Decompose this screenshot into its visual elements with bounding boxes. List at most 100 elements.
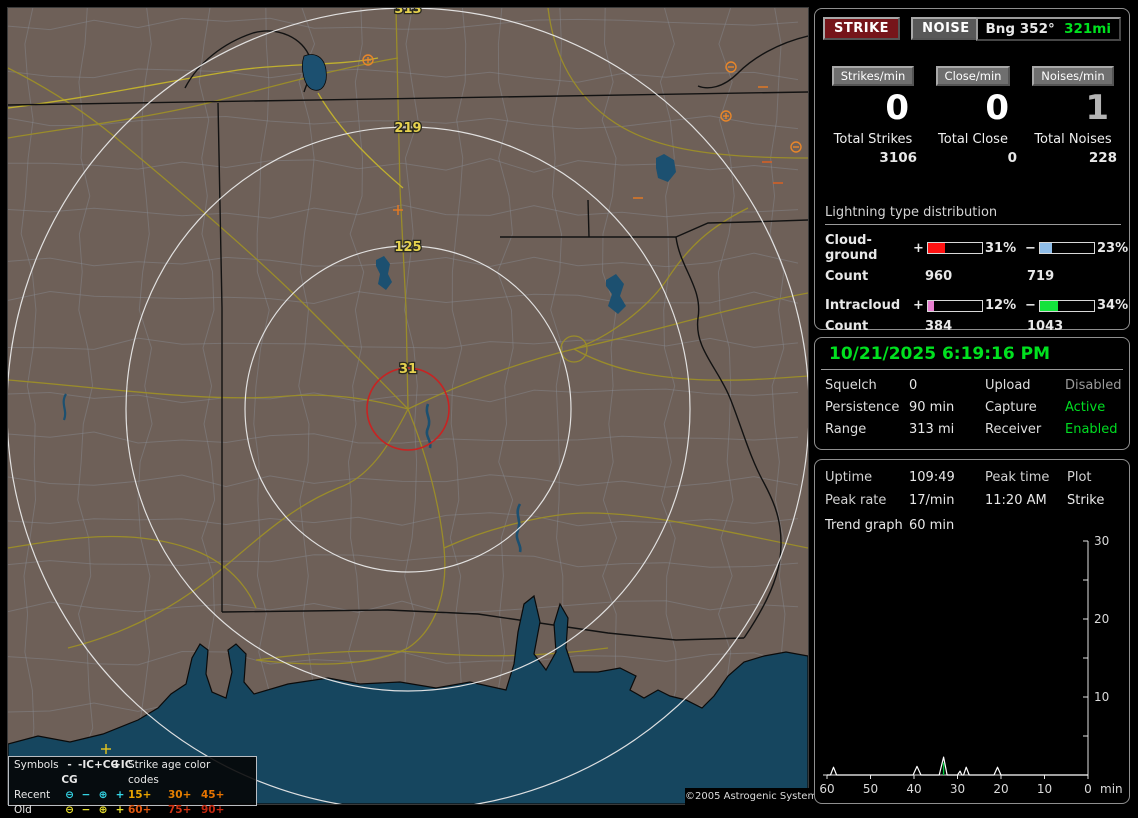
minus-sign: − (1025, 241, 1039, 256)
legend-cell: + (112, 788, 128, 803)
legend-cell: 15+ (128, 788, 168, 803)
uptime-label: Uptime (825, 470, 909, 485)
legend-cell: ⊖ (61, 803, 78, 818)
total-strikes-label: Total Strikes (825, 132, 921, 147)
stats-grid: Uptime 109:49 Peak time Plot Peak rate 1… (815, 460, 1129, 508)
svg-text:10: 10 (1037, 782, 1052, 796)
minus-sign: − (1025, 298, 1039, 313)
strikes-per-min-value: 0 (825, 86, 921, 130)
svg-text:30: 30 (1094, 534, 1109, 548)
map-canvas: 313 219 125 31 (8, 8, 808, 804)
legend-cell: ⊕ (94, 803, 112, 818)
svg-text:10: 10 (1094, 690, 1109, 704)
capture-label: Capture (985, 400, 1065, 415)
legend-cell: -CG (61, 758, 78, 788)
ic-plus-bar (927, 300, 983, 312)
total-close-label: Total Close (925, 132, 1021, 147)
copyright-text: ©2005 Astrogenic Systems (685, 788, 810, 805)
legend-cell: -IC (78, 758, 94, 788)
legend-cell: 30+ (168, 788, 201, 803)
map-legend: Symbols-CG-IC+CG+ICStrike age color code… (8, 756, 257, 806)
close-column: Close/min 0 Total Close 0 (925, 65, 1021, 166)
peak-time-label: Peak time (985, 470, 1067, 485)
legend-cell: 90+ (201, 803, 241, 818)
legend-grid: Symbols-CG-IC+CG+ICStrike age color code… (9, 757, 256, 818)
total-close-value: 0 (925, 150, 1021, 166)
legend-cell: 60+ (128, 803, 168, 818)
plus-sign: + (913, 298, 927, 313)
legend-cell: 45+ (201, 788, 241, 803)
noises-per-min-value: 1 (1025, 86, 1121, 130)
trend-graph: 6050403020100min102030 (819, 532, 1127, 800)
count-label: Count (825, 319, 911, 334)
ring-label-31: 31 (399, 362, 417, 377)
legend-cell: Recent (14, 788, 61, 803)
peak-time-value: 11:20 AM (985, 493, 1067, 508)
ring-label-219: 219 (394, 121, 421, 136)
strike-mode-button[interactable]: STRIKE (823, 17, 900, 40)
trend-trace (827, 757, 1088, 775)
counter-panel: STRIKE NOISE Bng 352° 321mi Strikes/min … (814, 8, 1130, 330)
range-value: 313 mi (909, 422, 985, 437)
legend-cell: − (78, 803, 94, 818)
ring-label-313: 313 (394, 8, 421, 17)
cg-minus-percent: 23% (1097, 241, 1121, 256)
legend-cell: +CG (94, 758, 112, 788)
noises-column: Noises/min 1 Total Noises 228 (1025, 65, 1121, 166)
svg-text:20: 20 (993, 782, 1008, 796)
receiver-label: Receiver (985, 422, 1065, 437)
svg-text:min: min (1100, 782, 1123, 796)
squelch-label: Squelch (825, 378, 909, 393)
trend-graph-row: Trend graph 60 min (815, 508, 1129, 533)
legend-cell: Old (14, 803, 61, 818)
squelch-value: 0 (909, 378, 985, 393)
total-noises-value: 228 (1025, 150, 1121, 166)
svg-text:60: 60 (819, 782, 834, 796)
noises-per-min-button[interactable]: Noises/min (1032, 66, 1113, 86)
datetime-display: 10/21/2025 6:19:16 PM (821, 338, 1123, 370)
legend-cell: 75+ (168, 803, 201, 818)
svg-text:0: 0 (1084, 782, 1092, 796)
ic-plus-count: 384 (911, 319, 1013, 334)
cg-plus-count: 960 (911, 269, 1013, 284)
peak-rate-value: 17/min (909, 493, 985, 508)
svg-text:40: 40 (906, 782, 921, 796)
close-per-min-value: 0 (925, 86, 1021, 130)
svg-text:30: 30 (950, 782, 965, 796)
rate-counters: Strikes/min 0 Total Strikes 3106 Close/m… (825, 65, 1121, 166)
ic-minus-percent: 34% (1097, 298, 1121, 313)
lightning-map[interactable]: 31321912531 Symbols-CG-IC+CG+ICStrike ag… (8, 8, 808, 804)
ic-plus-percent: 12% (985, 298, 1025, 313)
legend-cell: Strike age color codes (128, 758, 241, 788)
intracloud-label: Intracloud (825, 298, 913, 313)
intracloud-row: Intracloud + 12% − 34% (825, 298, 1121, 313)
legend-cell: − (78, 788, 94, 803)
distribution-title: Lightning type distribution (825, 205, 1121, 225)
uptime-value: 109:49 (909, 470, 985, 485)
bearing-range: 321mi (1064, 21, 1111, 37)
intracloud-counts: Count 384 1043 (825, 319, 1121, 334)
ic-minus-count: 1043 (1013, 319, 1115, 334)
ring-label-125: 125 (394, 240, 421, 255)
bearing-readout: Bng 352° 321mi (976, 17, 1121, 41)
svg-text:50: 50 (863, 782, 878, 796)
receiver-value: Enabled (1065, 422, 1129, 437)
persistence-value: 90 min (909, 400, 985, 415)
persistence-label: Persistence (825, 400, 909, 415)
upload-label: Upload (985, 378, 1065, 393)
cloud-ground-label: Cloud-ground (825, 233, 913, 263)
count-label: Count (825, 269, 911, 284)
strikes-per-min-button[interactable]: Strikes/min (832, 66, 915, 86)
strikes-column: Strikes/min 0 Total Strikes 3106 (825, 65, 921, 166)
cg-plus-bar (927, 242, 983, 254)
cg-plus-percent: 31% (985, 241, 1025, 256)
cg-minus-count: 719 (1013, 269, 1115, 284)
bearing-label: Bng 352° (986, 21, 1055, 37)
close-per-min-button[interactable]: Close/min (936, 66, 1011, 86)
legend-cell: ⊕ (94, 788, 112, 803)
plot-value: Strike (1067, 493, 1127, 508)
noise-mode-button[interactable]: NOISE (911, 17, 981, 40)
cloud-ground-row: Cloud-ground + 31% − 23% (825, 233, 1121, 263)
app-window: 31321912531 Symbols-CG-IC+CG+ICStrike ag… (0, 0, 1138, 812)
cg-minus-bar (1039, 242, 1095, 254)
